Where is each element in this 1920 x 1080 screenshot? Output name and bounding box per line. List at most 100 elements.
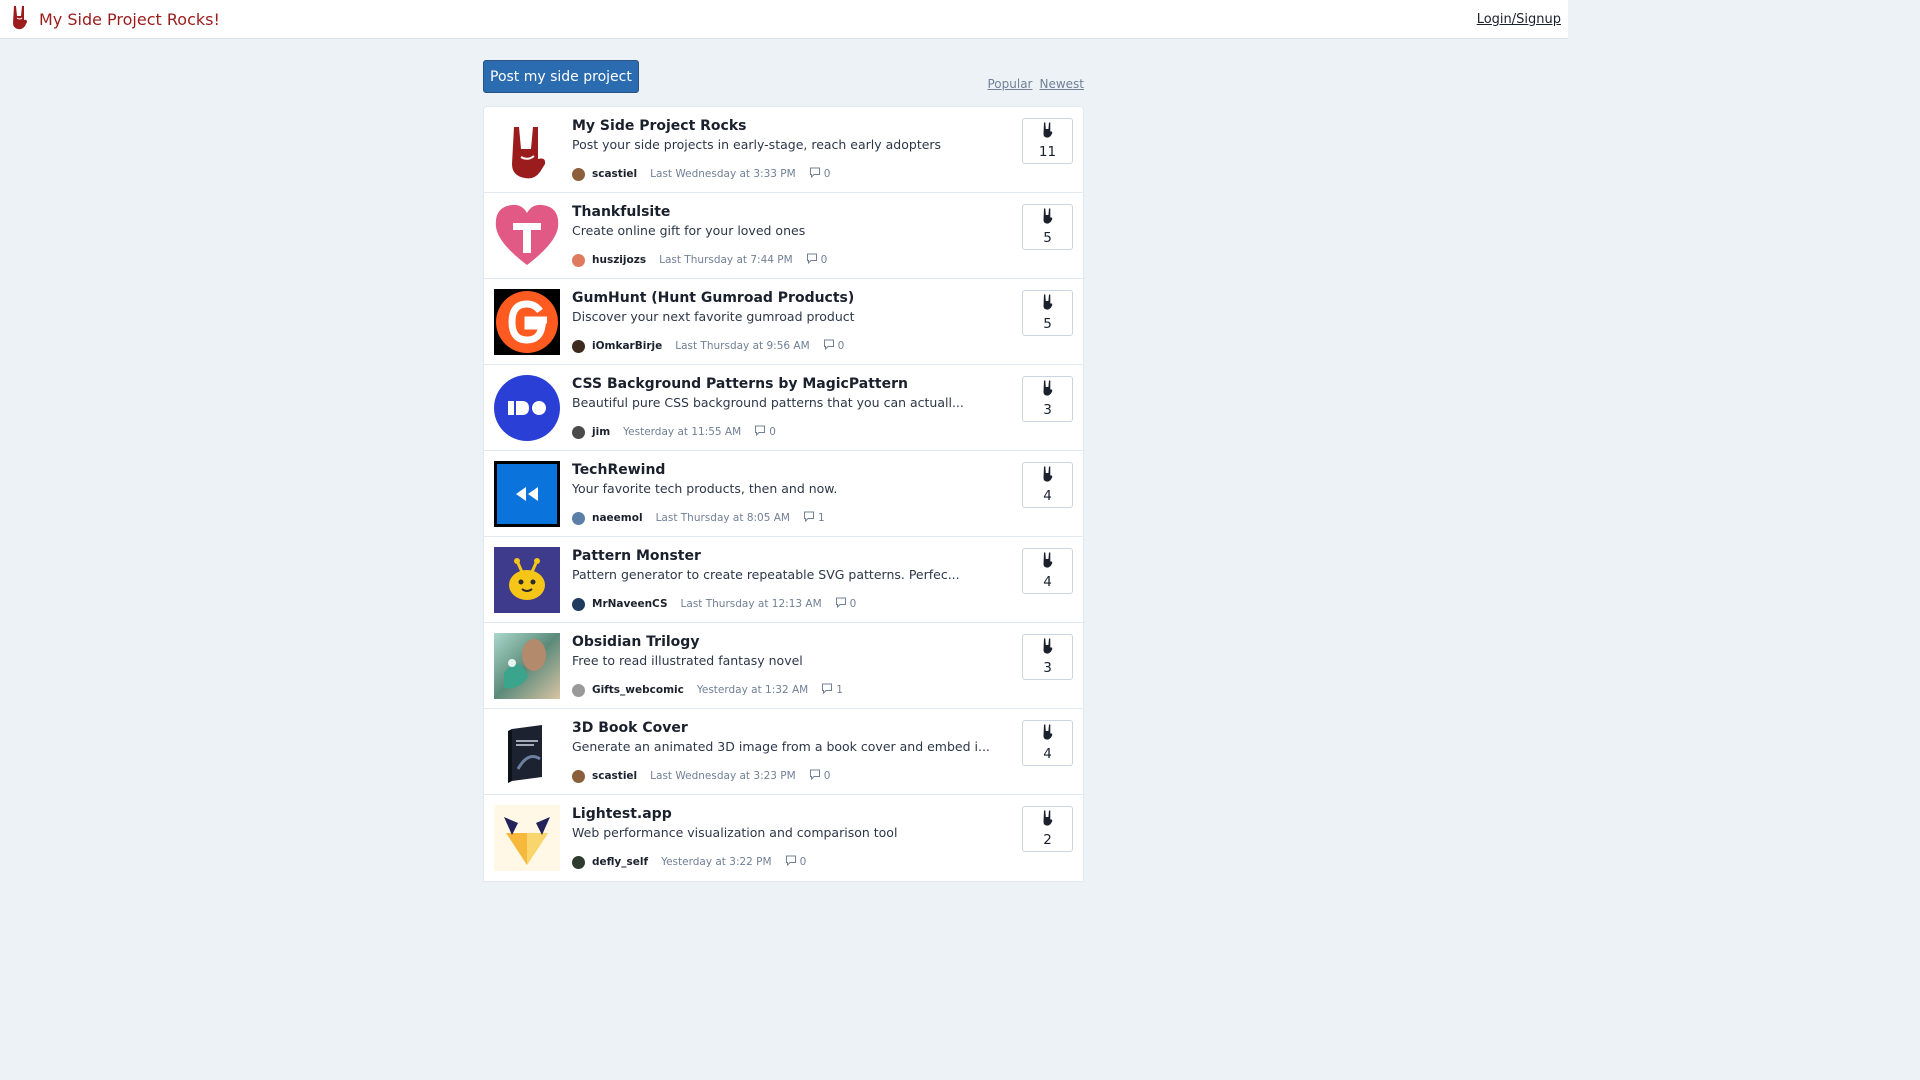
comments-link[interactable]: 1 (821, 683, 843, 697)
comment-count: 0 (823, 770, 831, 782)
vote-count: 11 (1038, 144, 1057, 160)
username[interactable]: jim (592, 426, 610, 438)
project-logo[interactable] (494, 805, 560, 871)
comment-count: 0 (769, 426, 776, 438)
project-meta: scastiel Last Wednesday at 3:23 PM 0 (572, 769, 830, 783)
project-row[interactable]: Thankfulsite Create online gift for your… (484, 193, 1083, 279)
rock-hand-icon (1042, 466, 1053, 486)
brand-link[interactable]: My Side Project Rocks! (10, 4, 220, 34)
project-title[interactable]: Pattern Monster (572, 547, 992, 565)
comment-icon (809, 769, 821, 783)
project-logo[interactable] (494, 547, 560, 613)
project-description: Beautiful pure CSS background patterns t… (572, 395, 964, 410)
vote-button[interactable]: 5 (1022, 204, 1073, 250)
comment-count: 0 (820, 254, 828, 266)
project-logo[interactable] (494, 719, 560, 785)
post-time: Last Wednesday at 3:33 PM (650, 168, 796, 180)
username[interactable]: Gifts_webcomic (592, 684, 684, 696)
username[interactable]: naeemol (592, 512, 643, 524)
project-logo[interactable] (494, 633, 560, 699)
actions-bar: Post my side project Popular Newest (483, 60, 1084, 93)
comments-link[interactable]: 0 (809, 769, 831, 783)
project-info: Pattern Monster Pattern generator to cre… (572, 547, 992, 584)
comments-link[interactable]: 0 (754, 425, 776, 439)
username[interactable]: MrNaveenCS (592, 598, 668, 610)
project-row[interactable]: Lightest.app Web performance visualizati… (484, 795, 1083, 881)
username[interactable]: scastiel (592, 168, 637, 180)
username[interactable]: iOmkarBirje (592, 340, 662, 352)
site-title: My Side Project Rocks! (39, 9, 220, 29)
post-time: Last Thursday at 12:13 AM (680, 598, 822, 610)
login-signup-link[interactable]: Login/Signup (1477, 12, 1561, 27)
project-logo[interactable] (494, 117, 560, 183)
project-title[interactable]: Lightest.app (572, 805, 992, 823)
project-title[interactable]: 3D Book Cover (572, 719, 992, 737)
project-description: Create online gift for your loved ones (572, 223, 806, 238)
rock-hand-icon (1042, 122, 1053, 142)
comments-link[interactable]: 0 (809, 167, 831, 181)
project-description: Post your side projects in early-stage, … (572, 137, 942, 152)
username[interactable]: scastiel (592, 770, 637, 782)
vote-button[interactable]: 3 (1022, 376, 1073, 422)
comments-link[interactable]: 0 (785, 855, 807, 869)
project-title[interactable]: GumHunt (Hunt Gumroad Products) (572, 289, 992, 307)
project-title[interactable]: CSS Background Patterns by MagicPattern (572, 375, 992, 393)
project-logo[interactable] (494, 375, 560, 441)
project-row[interactable]: 3D Book Cover Generate an animated 3D im… (484, 709, 1083, 795)
project-title[interactable]: Obsidian Trilogy (572, 633, 992, 651)
vote-button[interactable]: 4 (1022, 548, 1073, 594)
comment-count: 0 (799, 856, 807, 868)
project-logo[interactable] (494, 461, 560, 527)
comment-icon (823, 339, 835, 353)
avatar (572, 597, 585, 611)
project-meta: Gifts_webcomic Yesterday at 1:32 AM 1 (572, 683, 843, 697)
project-title[interactable]: TechRewind (572, 461, 992, 479)
comment-count: 1 (836, 684, 843, 696)
vote-count: 4 (1043, 746, 1052, 762)
rock-hand-icon (1042, 208, 1053, 228)
comments-link[interactable]: 0 (806, 253, 828, 267)
project-title[interactable]: Thankfulsite (572, 203, 992, 221)
sort-newest-link[interactable]: Newest (1039, 77, 1084, 91)
rock-hand-icon (1042, 294, 1053, 314)
rock-hand-icon (1042, 810, 1053, 830)
project-meta: huszijozs Last Thursday at 7:44 PM 0 (572, 253, 827, 267)
project-row[interactable]: GumHunt (Hunt Gumroad Products) Discover… (484, 279, 1083, 365)
post-time: Last Wednesday at 3:23 PM (650, 770, 796, 782)
vote-button[interactable]: 2 (1022, 806, 1073, 852)
username[interactable]: huszijozs (592, 254, 646, 266)
post-time: Last Thursday at 8:05 AM (655, 512, 790, 524)
project-meta: MrNaveenCS Last Thursday at 12:13 AM 0 (572, 597, 856, 611)
project-description: Free to read illustrated fantasy novel (572, 653, 803, 668)
comment-icon (803, 511, 815, 525)
sort-popular-link[interactable]: Popular (987, 77, 1032, 91)
rock-hand-icon (1042, 638, 1053, 658)
project-logo[interactable] (494, 289, 560, 355)
vote-button[interactable]: 4 (1022, 720, 1073, 766)
project-row[interactable]: Obsidian Trilogy Free to read illustrate… (484, 623, 1083, 709)
rock-hand-icon (10, 4, 30, 34)
project-info: 3D Book Cover Generate an animated 3D im… (572, 719, 992, 756)
project-title[interactable]: My Side Project Rocks (572, 117, 992, 135)
comments-link[interactable]: 0 (823, 339, 844, 353)
username[interactable]: defly_self (592, 856, 648, 868)
project-description: Your favorite tech products, then and no… (572, 481, 838, 496)
comments-link[interactable]: 1 (803, 511, 825, 525)
project-logo[interactable] (494, 203, 560, 269)
comment-count: 0 (823, 168, 831, 180)
post-project-button[interactable]: Post my side project (483, 60, 639, 93)
vote-button[interactable]: 3 (1022, 634, 1073, 680)
post-time: Last Thursday at 9:56 AM (675, 340, 810, 352)
project-row[interactable]: My Side Project Rocks Post your side pro… (484, 107, 1083, 193)
main-content: Post my side project Popular Newest My S… (483, 60, 1084, 882)
vote-count: 5 (1043, 230, 1052, 246)
project-row[interactable]: Pattern Monster Pattern generator to cre… (484, 537, 1083, 623)
project-description: Pattern generator to create repeatable S… (572, 567, 960, 582)
vote-button[interactable]: 5 (1022, 290, 1073, 336)
project-row[interactable]: TechRewind Your favorite tech products, … (484, 451, 1083, 537)
vote-button[interactable]: 11 (1022, 118, 1073, 164)
vote-button[interactable]: 4 (1022, 462, 1073, 508)
comments-link[interactable]: 0 (835, 597, 856, 611)
post-time: Yesterday at 1:32 AM (696, 684, 809, 696)
project-row[interactable]: CSS Background Patterns by MagicPattern … (484, 365, 1083, 451)
